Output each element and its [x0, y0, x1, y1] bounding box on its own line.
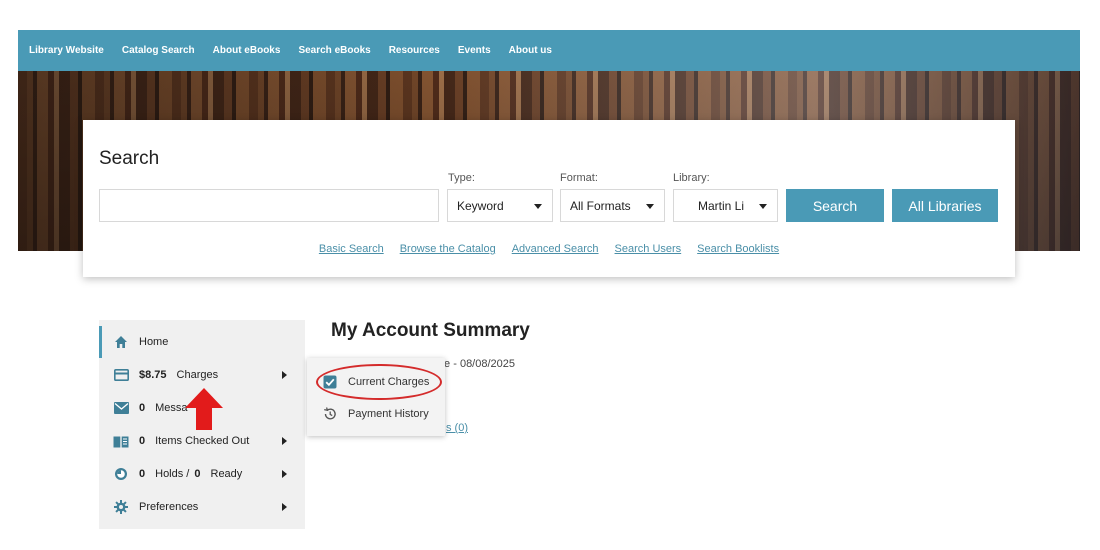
book-icon [113, 433, 129, 449]
sidebar-preferences-label: Preferences [139, 501, 199, 513]
holds-count: 0 [139, 468, 146, 480]
type-select[interactable]: Keyword [447, 189, 553, 222]
page: Library Website Catalog Search About eBo… [0, 0, 1100, 550]
chevron-right-icon [282, 371, 287, 379]
sidebar-charges-text: $8.75 Charges [139, 369, 218, 381]
nav-about-ebooks[interactable]: About eBooks [213, 45, 281, 56]
red-arrow-annotation [185, 388, 223, 430]
caret-down-icon [534, 204, 542, 209]
chevron-right-icon [282, 470, 287, 478]
search-panel: Search Type: Keyword Format: All Formats… [83, 120, 1015, 277]
envelope-icon [113, 400, 129, 416]
messages-label: Messa [155, 402, 188, 414]
caret-down-icon [646, 204, 654, 209]
search-title: Search [99, 148, 160, 169]
payment-history-label: Payment History [348, 408, 429, 420]
sidebar-messages-text: 0 Messa [139, 402, 188, 414]
library-select-value: Martin Li [698, 198, 745, 213]
top-nav: Library Website Catalog Search About eBo… [18, 30, 1080, 71]
clock-icon [113, 466, 129, 482]
type-label: Type: [448, 172, 475, 184]
basic-search-link[interactable]: Basic Search [319, 243, 384, 255]
account-summary-link[interactable]: s (0) [446, 422, 468, 434]
search-sublinks: Basic Search Browse the Catalog Advanced… [83, 243, 1015, 255]
caret-down-icon [759, 204, 767, 209]
page-title: My Account Summary [331, 320, 530, 341]
search-button[interactable]: Search [786, 189, 884, 222]
charges-amount: $8.75 [139, 369, 167, 381]
ready-count: 0 [194, 468, 201, 480]
nav-catalog-search[interactable]: Catalog Search [122, 45, 195, 56]
search-users-link[interactable]: Search Users [615, 243, 682, 255]
checked-out-label: Items Checked Out [155, 435, 250, 447]
sidebar-holds-text: 0 Holds / 0 Ready [139, 468, 242, 480]
format-select-value: All Formats [570, 198, 631, 213]
checked-out-count: 0 [139, 435, 146, 447]
chevron-right-icon [282, 437, 287, 445]
chevron-right-icon [282, 503, 287, 511]
search-booklists-link[interactable]: Search Booklists [697, 243, 779, 255]
messages-count: 0 [139, 402, 146, 414]
browse-catalog-link[interactable]: Browse the Catalog [400, 243, 496, 255]
advanced-search-link[interactable]: Advanced Search [512, 243, 599, 255]
history-icon [323, 407, 337, 421]
library-select[interactable]: Martin Li [673, 189, 778, 222]
home-icon [113, 334, 129, 350]
nav-events[interactable]: Events [458, 45, 491, 56]
holds-label: Holds / [155, 468, 190, 480]
sidebar-item-home[interactable]: Home [99, 326, 305, 358]
nav-resources[interactable]: Resources [389, 45, 440, 56]
nav-search-ebooks[interactable]: Search eBooks [298, 45, 370, 56]
sidebar-item-preferences[interactable]: Preferences [99, 491, 305, 523]
nav-about-us[interactable]: About us [509, 45, 552, 56]
gear-icon [113, 499, 129, 515]
highlight-circle-annotation [316, 364, 442, 400]
sidebar-home-label: Home [139, 336, 169, 348]
format-select[interactable]: All Formats [560, 189, 665, 222]
format-label: Format: [560, 172, 598, 184]
menu-item-payment-history[interactable]: Payment History [307, 400, 445, 428]
sidebar-item-charges[interactable]: $8.75 Charges [99, 359, 305, 391]
search-input[interactable] [99, 189, 439, 222]
all-libraries-button[interactable]: All Libraries [892, 189, 998, 222]
nav-library-website[interactable]: Library Website [29, 45, 104, 56]
ready-label: Ready [210, 468, 243, 480]
sidebar-checked-out-text: 0 Items Checked Out [139, 435, 249, 447]
sidebar-item-holds[interactable]: 0 Holds / 0 Ready [99, 458, 305, 490]
account-expiration-text: te - 08/08/2025 [441, 358, 516, 370]
type-select-value: Keyword [457, 198, 504, 213]
credit-card-icon [113, 367, 129, 383]
charges-label: Charges [176, 369, 219, 381]
library-label: Library: [673, 172, 710, 184]
